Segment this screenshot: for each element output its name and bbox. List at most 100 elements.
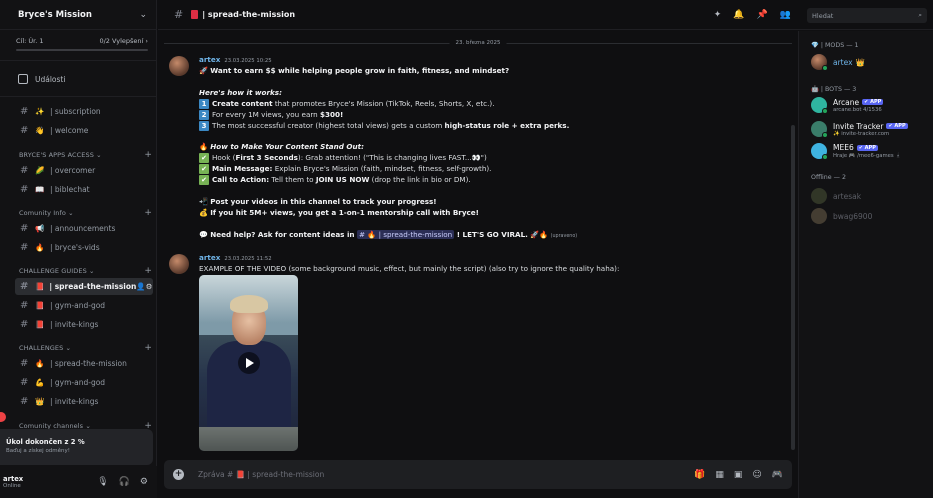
channel-gym-and-god-guide[interactable]: # 📕 | gym-and-god [15, 297, 153, 314]
channel-bryces-vids[interactable]: # 🔥 | bryce's-vids [15, 239, 153, 256]
threads-icon[interactable]: ✦ [714, 10, 722, 20]
channel-emoji: 📖 [35, 185, 45, 194]
channel-biblechat[interactable]: # 📖 | biblechat [15, 181, 153, 198]
avatar[interactable] [169, 254, 189, 274]
plus-icon[interactable]: + [144, 208, 152, 218]
channel-welcome[interactable]: # 👋 | welcome [15, 122, 153, 139]
channel-emoji: 🔥 [35, 359, 45, 368]
channel-invite-kings-guide[interactable]: # 📕 | invite-kings [15, 316, 153, 333]
category-title: BRYCE'S APPS ACCESS [19, 151, 94, 159]
channel-emoji: 📕 [35, 301, 45, 310]
channel-invite-kings[interactable]: # 👑 | invite-kings [15, 393, 153, 410]
member-item[interactable]: artex 👑 [811, 54, 865, 71]
message-header: artex 23.03.2025 11:52 [199, 253, 272, 262]
search-icon: ⌕ [918, 11, 922, 19]
plus-icon[interactable]: + [144, 343, 152, 353]
task-progress-popup[interactable]: Úkol dokončen z 2 % Baďuj a získej odměn… [0, 429, 153, 465]
avatar [811, 143, 828, 160]
member-item[interactable]: MEE6 ✔ APP Hraje 🎮 /mee6-games 🛓 [811, 143, 901, 160]
message-composer[interactable]: + Zpráva # 📕 | spread-the-mission 🎁 ▦ ▣ … [164, 460, 792, 489]
boost-goal[interactable]: Cíl: Úr. 1 0/2 Vylepšení › [0, 30, 156, 54]
video-attachment[interactable] [199, 275, 298, 451]
goal-progress-text: 0/2 Vylepšení › [99, 37, 148, 45]
scrollbar[interactable] [791, 125, 795, 450]
server-header[interactable]: Bryce's Mission ⌄ [0, 0, 156, 30]
channel-mention[interactable]: # 🔥 | spread-the-mission [357, 230, 455, 239]
message-line: ✔ Call to Action: Tell them to JOIN US NO… [199, 175, 471, 185]
channel-label: | gym-and-god [50, 378, 106, 387]
message-author[interactable]: artex [199, 55, 220, 64]
message-list: 23. března 2025 artex 23.03.2025 10:25 🚀… [158, 31, 798, 461]
channel-overcomer[interactable]: # 🌽 | overcomer [15, 162, 153, 179]
emoji-icon[interactable]: ☺ [752, 470, 761, 480]
channel-spread-the-mission[interactable]: # 🔥 | spread-the-mission [15, 355, 153, 372]
category-challenge-guides[interactable]: CHALLENGE GUIDES ⌄ + [19, 266, 152, 276]
members-icon[interactable]: 👥 [780, 10, 791, 20]
member-category-mods: 💎 | MODS — 1 [811, 42, 859, 49]
search-input[interactable]: Hledat ⌕ [807, 8, 927, 23]
microphone-icon[interactable]: 🎙 [97, 477, 108, 487]
hash-icon: # [20, 165, 29, 176]
category-title: CHALLENGE GUIDES [19, 267, 87, 275]
channel-emoji: 🔥 [35, 243, 45, 252]
plus-icon[interactable]: + [144, 150, 152, 160]
avatar[interactable] [169, 56, 189, 76]
hash-icon: # [20, 281, 29, 292]
member-name: Arcane [833, 97, 860, 107]
category-bryces-apps-access[interactable]: BRYCE'S APPS ACCESS ⌄ + [19, 150, 152, 160]
add-attachment-button[interactable]: + [173, 469, 184, 480]
channel-spread-the-mission-guide[interactable]: # 📕 | spread-the-mission 👤⚙ [15, 278, 153, 295]
channel-subscription[interactable]: # ✨ | subscription [15, 103, 153, 120]
headphones-icon[interactable]: 🎧 [119, 477, 130, 487]
chevron-down-icon[interactable]: ⌄ [139, 10, 147, 20]
channel-emoji: 📕 [35, 320, 45, 329]
member-name: artex [833, 57, 853, 67]
edited-label: (upraveno) [550, 234, 578, 239]
message-line: 2 For every 1M views, you earn $300! [199, 110, 343, 120]
divider [0, 96, 156, 97]
avatar [811, 208, 827, 224]
message-line: 💰 If you hit 5M+ views, you get a 1-on-1… [199, 208, 479, 217]
member-activity: arcane.bot 4/1536 [833, 106, 882, 113]
bell-icon[interactable]: 🔔 [733, 10, 744, 20]
channel-emoji: ✨ [35, 107, 45, 116]
task-title: Úkol dokončen z 2 % [6, 438, 85, 446]
header-toolbar: ✦ 🔔 📌 👥 [714, 10, 791, 20]
member-item[interactable]: Arcane ✔ APP arcane.bot 4/1536 [811, 97, 884, 114]
member-item[interactable]: Invite Tracker ✔ APP ✨ invite-tracker.com [811, 121, 908, 138]
play-icon[interactable] [238, 352, 260, 374]
user-info[interactable]: artex Online [3, 475, 23, 489]
member-name: Invite Tracker [833, 121, 884, 131]
pin-icon[interactable]: 📌 [757, 10, 768, 20]
hash-icon: # [20, 223, 29, 234]
member-item[interactable]: artesak [811, 188, 861, 204]
plus-icon[interactable]: + [144, 266, 152, 276]
message-author[interactable]: artex [199, 253, 220, 262]
channel-emoji: 📢 [35, 224, 45, 233]
gift-icon[interactable]: 🎁 [694, 470, 705, 480]
app-badge: ✔ APP [886, 123, 908, 129]
avatar [811, 188, 827, 204]
channel-settings-icons[interactable]: 👤⚙ [136, 282, 152, 291]
channel-label: | spread-the-mission [50, 359, 127, 368]
channel-gym-and-god[interactable]: # 💪 | gym-and-god [15, 374, 153, 391]
channel-emoji: 👋 [35, 126, 45, 135]
gear-icon[interactable]: ⚙ [140, 477, 148, 487]
message-line: ✔ Hook (First 3 Seconds): Grab attention!… [199, 153, 487, 163]
date-divider: 23. března 2025 [164, 40, 792, 46]
channel-label: | invite-kings [50, 397, 99, 406]
category-challenges[interactable]: CHALLENGES ⌄ + [19, 343, 152, 353]
hash-icon: # [20, 358, 29, 369]
member-item[interactable]: bwag6900 [811, 208, 872, 224]
category-comunity-info[interactable]: Comunity Info ⌄ + [19, 208, 152, 218]
apps-icon[interactable]: 🎮 [772, 470, 783, 480]
avatar [811, 54, 828, 71]
server-name: Bryce's Mission [18, 9, 92, 20]
sticker-icon[interactable]: ▣ [734, 470, 743, 480]
channel-label: | subscription [50, 107, 101, 116]
events-label: Události [35, 74, 66, 84]
channel-announcements[interactable]: # 📢 | announcements [15, 220, 153, 237]
hash-icon: # [20, 377, 29, 388]
gif-icon[interactable]: ▦ [715, 470, 724, 480]
events-item[interactable]: Události [0, 70, 156, 88]
